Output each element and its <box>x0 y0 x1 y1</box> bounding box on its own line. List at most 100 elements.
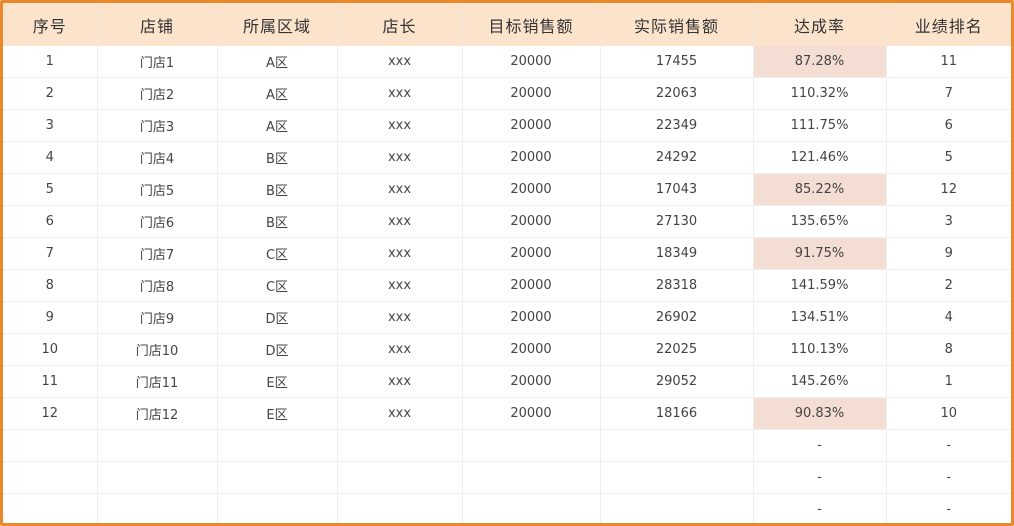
cell-region[interactable]: A区 <box>217 77 338 110</box>
cell-actual-sales[interactable] <box>600 461 754 494</box>
cell-store[interactable]: 门店3 <box>97 109 218 142</box>
cell-target-sales[interactable] <box>462 461 601 494</box>
cell-actual-sales[interactable]: 22025 <box>600 333 754 366</box>
cell-achievement-rate[interactable]: - <box>753 493 887 523</box>
cell-target-sales[interactable]: 20000 <box>462 109 601 142</box>
cell-store[interactable]: 门店11 <box>97 365 218 398</box>
header-index[interactable]: 序号 <box>3 3 98 46</box>
cell-region[interactable] <box>217 429 338 462</box>
cell-region[interactable]: D区 <box>217 333 338 366</box>
cell-region[interactable]: E区 <box>217 365 338 398</box>
cell-target-sales[interactable]: 20000 <box>462 46 601 78</box>
cell-rank[interactable]: 7 <box>886 77 1011 110</box>
cell-actual-sales[interactable] <box>600 493 754 523</box>
cell-store[interactable] <box>97 429 218 462</box>
cell-index[interactable]: 6 <box>3 205 98 238</box>
cell-manager[interactable]: xxx <box>337 205 463 238</box>
cell-store[interactable]: 门店9 <box>97 301 218 334</box>
cell-manager[interactable]: xxx <box>337 237 463 270</box>
cell-store[interactable]: 门店5 <box>97 173 218 206</box>
cell-target-sales[interactable]: 20000 <box>462 301 601 334</box>
cell-actual-sales[interactable]: 29052 <box>600 365 754 398</box>
cell-actual-sales[interactable]: 22349 <box>600 109 754 142</box>
cell-actual-sales[interactable]: 24292 <box>600 141 754 174</box>
cell-target-sales[interactable] <box>462 429 601 462</box>
cell-rank[interactable]: 10 <box>886 397 1011 430</box>
cell-index[interactable]: 9 <box>3 301 98 334</box>
cell-store[interactable]: 门店6 <box>97 205 218 238</box>
cell-achievement-rate[interactable]: 111.75% <box>753 109 887 142</box>
cell-rank[interactable]: 8 <box>886 333 1011 366</box>
cell-index[interactable]: 7 <box>3 237 98 270</box>
header-store[interactable]: 店铺 <box>97 3 218 46</box>
cell-target-sales[interactable]: 20000 <box>462 397 601 430</box>
cell-region[interactable]: B区 <box>217 205 338 238</box>
cell-manager[interactable] <box>337 461 463 494</box>
header-region[interactable]: 所属区域 <box>217 3 338 46</box>
cell-manager[interactable] <box>337 493 463 523</box>
cell-manager[interactable]: xxx <box>337 173 463 206</box>
cell-achievement-rate[interactable]: 135.65% <box>753 205 887 238</box>
cell-actual-sales[interactable]: 17043 <box>600 173 754 206</box>
cell-target-sales[interactable]: 20000 <box>462 269 601 302</box>
cell-rank[interactable]: - <box>886 429 1011 462</box>
cell-rank[interactable]: - <box>886 493 1011 523</box>
cell-store[interactable]: 门店1 <box>97 46 218 78</box>
header-manager[interactable]: 店长 <box>337 3 463 46</box>
cell-actual-sales[interactable]: 27130 <box>600 205 754 238</box>
cell-region[interactable]: C区 <box>217 269 338 302</box>
cell-manager[interactable]: xxx <box>337 333 463 366</box>
cell-region[interactable]: C区 <box>217 237 338 270</box>
cell-target-sales[interactable]: 20000 <box>462 365 601 398</box>
cell-actual-sales[interactable]: 18349 <box>600 237 754 270</box>
cell-achievement-rate[interactable]: - <box>753 429 887 462</box>
header-actual-sales[interactable]: 实际销售额 <box>600 3 754 46</box>
cell-store[interactable]: 门店8 <box>97 269 218 302</box>
cell-manager[interactable]: xxx <box>337 365 463 398</box>
cell-actual-sales[interactable] <box>600 429 754 462</box>
cell-rank[interactable]: 2 <box>886 269 1011 302</box>
cell-target-sales[interactable]: 20000 <box>462 77 601 110</box>
cell-manager[interactable]: xxx <box>337 109 463 142</box>
cell-store[interactable]: 门店7 <box>97 237 218 270</box>
cell-rank[interactable]: 5 <box>886 141 1011 174</box>
cell-index[interactable]: 8 <box>3 269 98 302</box>
cell-index[interactable]: 2 <box>3 77 98 110</box>
cell-index[interactable] <box>3 429 98 462</box>
cell-manager[interactable]: xxx <box>337 301 463 334</box>
cell-rank[interactable]: 6 <box>886 109 1011 142</box>
cell-achievement-rate[interactable]: 91.75% <box>753 237 887 270</box>
cell-achievement-rate[interactable]: 90.83% <box>753 397 887 430</box>
cell-store[interactable] <box>97 493 218 523</box>
cell-achievement-rate[interactable]: 141.59% <box>753 269 887 302</box>
cell-manager[interactable]: xxx <box>337 397 463 430</box>
cell-region[interactable]: A区 <box>217 109 338 142</box>
cell-index[interactable]: 4 <box>3 141 98 174</box>
cell-region[interactable]: D区 <box>217 301 338 334</box>
cell-index[interactable] <box>3 493 98 523</box>
cell-manager[interactable]: xxx <box>337 141 463 174</box>
cell-region[interactable]: E区 <box>217 397 338 430</box>
header-achievement-rate[interactable]: 达成率 <box>753 3 887 46</box>
cell-manager[interactable]: xxx <box>337 77 463 110</box>
cell-rank[interactable]: 11 <box>886 46 1011 78</box>
cell-rank[interactable]: 4 <box>886 301 1011 334</box>
cell-actual-sales[interactable]: 18166 <box>600 397 754 430</box>
cell-index[interactable]: 1 <box>3 46 98 78</box>
cell-achievement-rate[interactable]: 110.32% <box>753 77 887 110</box>
cell-index[interactable]: 11 <box>3 365 98 398</box>
cell-store[interactable] <box>97 461 218 494</box>
cell-manager[interactable] <box>337 429 463 462</box>
header-target-sales[interactable]: 目标销售额 <box>462 3 601 46</box>
cell-rank[interactable]: 12 <box>886 173 1011 206</box>
cell-region[interactable] <box>217 493 338 523</box>
cell-achievement-rate[interactable]: 85.22% <box>753 173 887 206</box>
cell-store[interactable]: 门店2 <box>97 77 218 110</box>
cell-target-sales[interactable]: 20000 <box>462 173 601 206</box>
cell-achievement-rate[interactable]: 110.13% <box>753 333 887 366</box>
cell-index[interactable]: 3 <box>3 109 98 142</box>
cell-store[interactable]: 门店10 <box>97 333 218 366</box>
cell-achievement-rate[interactable]: 134.51% <box>753 301 887 334</box>
cell-target-sales[interactable]: 20000 <box>462 205 601 238</box>
cell-achievement-rate[interactable]: 87.28% <box>753 46 887 78</box>
